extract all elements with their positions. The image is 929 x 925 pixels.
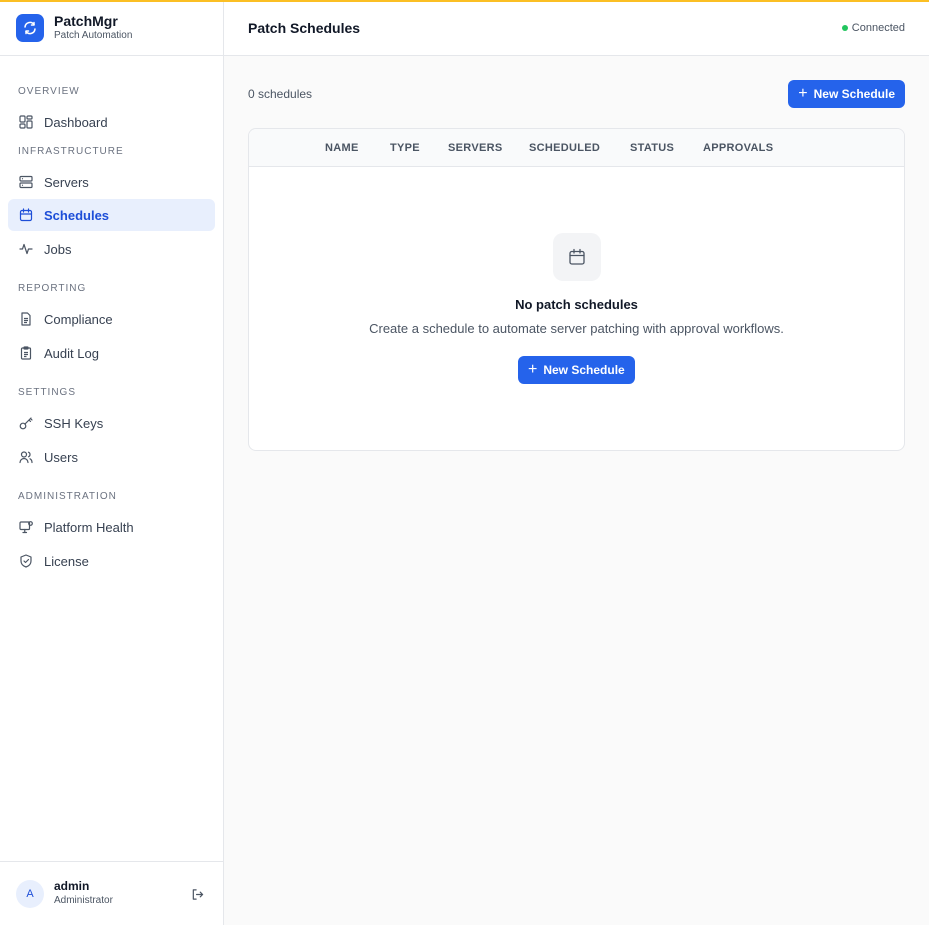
page-header: Patch Schedules Connected (224, 0, 929, 56)
new-schedule-label: New Schedule (543, 363, 625, 377)
nav-section-administration: ADMINISTRATION (18, 491, 117, 502)
sidebar-item-label: Jobs (44, 241, 72, 257)
empty-state-title: No patch schedules (515, 297, 638, 312)
activity-icon (18, 241, 34, 257)
sidebar-item-ssh-keys[interactable]: SSH Keys (8, 407, 215, 439)
column-header-type[interactable]: TYPE (390, 129, 420, 167)
sidebar-item-audit-log[interactable]: Audit Log (8, 337, 215, 369)
dashboard-icon (18, 114, 34, 130)
sidebar-item-dashboard[interactable]: Dashboard (8, 106, 215, 138)
avatar[interactable]: A (16, 879, 44, 908)
new-schedule-label: New Schedule (813, 87, 895, 101)
empty-state-description: Create a schedule to automate server pat… (369, 321, 784, 336)
empty-new-schedule-button[interactable]: + New Schedule (518, 356, 635, 384)
user-role: Administrator (54, 895, 113, 906)
column-header-servers[interactable]: SERVERS (448, 129, 502, 167)
sidebar-item-jobs[interactable]: Jobs (8, 233, 215, 265)
user-bar: A admin Administrator (0, 861, 223, 925)
plus-icon: + (798, 85, 808, 102)
top-accent-bar (0, 0, 929, 2)
sidebar-nav: OVERVIEW Dashboard INFRASTRUCTURE Server… (0, 85, 223, 577)
sidebar-item-schedules[interactable]: Schedules (8, 199, 215, 231)
brand: PatchMgr Patch Automation (0, 0, 223, 56)
sidebar-item-label: Platform Health (44, 519, 134, 535)
users-icon (18, 449, 34, 465)
schedules-table: NAME TYPE SERVERS SCHEDULED STATUS APPRO… (248, 128, 905, 451)
nav-section-infrastructure: INFRASTRUCTURE (18, 146, 124, 157)
sidebar-item-servers[interactable]: Servers (8, 166, 215, 198)
calendar-icon (18, 207, 34, 223)
clipboard-icon (18, 345, 34, 361)
document-icon (18, 311, 34, 327)
column-header-approvals[interactable]: APPROVALS (703, 129, 773, 167)
toolbar: 0 schedules + New Schedule (248, 80, 905, 108)
nav-section-overview: OVERVIEW (18, 86, 80, 97)
connection-status: Connected (841, 21, 905, 34)
brand-subtitle: Patch Automation (54, 30, 133, 41)
sidebar-item-label: Audit Log (44, 345, 99, 361)
calendar-icon (553, 233, 601, 281)
column-header-name[interactable]: NAME (325, 129, 359, 167)
key-icon (18, 415, 34, 431)
nav-section-reporting: REPORTING (18, 283, 87, 294)
column-header-status[interactable]: STATUS (630, 129, 674, 167)
sidebar-item-license[interactable]: License (8, 545, 215, 577)
server-icon (18, 174, 34, 190)
sidebar-item-label: SSH Keys (44, 415, 104, 431)
user-name: admin (54, 879, 90, 893)
table-header: NAME TYPE SERVERS SCHEDULED STATUS APPRO… (249, 129, 904, 167)
shield-icon (18, 553, 34, 569)
sidebar-item-label: Users (44, 449, 78, 465)
brand-title: PatchMgr (54, 13, 118, 29)
main-content: Patch Schedules Connected 0 schedules + … (224, 0, 929, 925)
sidebar: PatchMgr Patch Automation OVERVIEW Dashb… (0, 0, 224, 925)
sidebar-item-label: License (44, 553, 89, 569)
connection-status-label: Connected (851, 21, 905, 34)
sidebar-item-label: Compliance (44, 311, 113, 327)
empty-state: No patch schedules Create a schedule to … (249, 167, 904, 450)
refresh-icon (16, 13, 44, 42)
sidebar-item-label: Servers (44, 174, 89, 190)
sidebar-item-label: Schedules (44, 207, 110, 223)
status-dot-icon (841, 24, 848, 31)
page-title: Patch Schedules (248, 19, 361, 36)
monitor-icon (18, 519, 34, 535)
sidebar-item-platform-health[interactable]: Platform Health (8, 511, 215, 543)
new-schedule-button[interactable]: + New Schedule (788, 80, 905, 108)
sidebar-item-users[interactable]: Users (8, 441, 215, 473)
sidebar-item-compliance[interactable]: Compliance (8, 303, 215, 335)
logout-icon[interactable] (189, 886, 205, 902)
schedule-count: 0 schedules (248, 87, 313, 101)
plus-icon: + (528, 361, 538, 378)
nav-section-settings: SETTINGS (18, 387, 77, 398)
sidebar-item-label: Dashboard (44, 114, 108, 130)
column-header-scheduled[interactable]: SCHEDULED (529, 129, 600, 167)
